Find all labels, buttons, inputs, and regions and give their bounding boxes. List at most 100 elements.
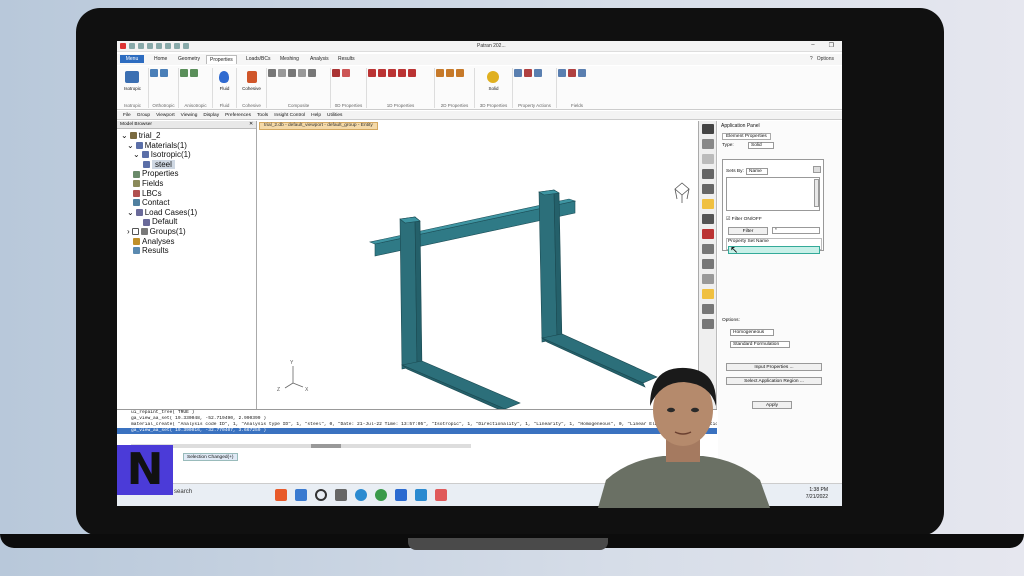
widgets-icon[interactable] [295,489,307,501]
tree-node-groups[interactable]: › Groups(1) [121,227,252,237]
redo-icon[interactable] [174,43,180,49]
selection-changed-tab[interactable]: Selection Changed(+) [183,453,238,461]
composite-icon[interactable] [288,69,296,77]
export-icon[interactable] [702,319,714,329]
1d-property-icon[interactable] [408,69,416,77]
composite-icon[interactable] [268,69,276,77]
1d-property-icon[interactable] [368,69,376,77]
tree-node-materials[interactable]: ⌄ Materials(1) [121,141,252,151]
composite-icon[interactable] [278,69,286,77]
task-view-icon[interactable] [335,489,347,501]
orthotropic-icon[interactable] [160,69,168,77]
tree-node-results[interactable]: Results [121,246,252,256]
fluid-button[interactable]: Fluid [213,86,236,91]
property-sets-list[interactable] [726,177,820,211]
tree-node-fields[interactable]: Fields [121,179,252,189]
help-icon[interactable]: ? [810,56,813,62]
tab-menu[interactable]: Menu [120,55,144,63]
composite-icon[interactable] [308,69,316,77]
field-icon[interactable] [578,69,586,77]
save-icon[interactable] [147,43,153,49]
property-set-name-input[interactable] [728,246,820,254]
select-icon[interactable] [702,289,714,299]
tree-node-lbcs[interactable]: LBCs [121,189,252,199]
0d-property-icon[interactable] [332,69,340,77]
field-icon[interactable] [568,69,576,77]
isotropic-icon[interactable] [125,71,139,83]
fluid-icon[interactable] [219,71,229,83]
tree-node-steel[interactable]: steel [121,159,252,170]
store-icon[interactable] [395,489,407,501]
tree-node-analyses[interactable]: Analyses [121,237,252,247]
system-clock[interactable]: 1:38 PM 7/21/2022 [806,487,828,501]
menu-insight-control[interactable]: Insight Control [274,113,305,118]
checkbox-icon[interactable] [131,228,139,236]
filter-checkbox[interactable]: ☑ Filter ON/OFF [726,217,762,222]
tab-results[interactable]: Results [335,55,358,63]
menu-group[interactable]: Group [137,113,150,118]
formulation-dropdown[interactable]: Standard Formulation [730,341,790,348]
1d-property-icon[interactable] [398,69,406,77]
cohesive-icon[interactable] [247,71,257,83]
new-icon[interactable] [129,43,135,49]
undo-icon[interactable] [165,43,171,49]
chrome-icon[interactable] [375,489,387,501]
homogeneous-dropdown[interactable]: Homogeneous [730,329,774,336]
menu-tools[interactable]: Tools [257,113,268,118]
property-action-icon[interactable] [534,69,542,77]
view-cube-icon[interactable] [674,182,690,203]
browse-icon[interactable] [813,166,821,173]
left-post[interactable] [399,216,418,370]
tab-analysis[interactable]: Analysis [307,55,332,63]
layer-icon[interactable] [702,274,714,284]
property-action-icon[interactable] [514,69,522,77]
zoom-in-icon[interactable] [702,169,714,179]
console-scrollbar[interactable] [131,444,471,448]
widgets-icon[interactable] [275,489,287,501]
menu-file[interactable]: File [123,113,131,118]
display-icon[interactable] [702,244,714,254]
element-properties-tab[interactable]: Element Properties [722,133,771,140]
sets-by-dropdown[interactable]: Name [746,168,768,175]
tab-properties[interactable]: Properties [206,55,237,64]
menu-viewport[interactable]: Viewport [156,113,175,118]
solid-button[interactable]: Solid [475,86,512,91]
tree-node-contact[interactable]: Contact [121,198,252,208]
0d-property-icon[interactable] [342,69,350,77]
network-icon[interactable] [183,43,189,49]
options-menu[interactable]: ? Options [810,56,834,62]
2d-property-icon[interactable] [456,69,464,77]
view-icon[interactable] [702,154,714,164]
pan-icon[interactable] [702,139,714,149]
2d-property-icon[interactable] [436,69,444,77]
orthotropic-icon[interactable] [150,69,158,77]
mail-icon[interactable] [415,489,427,501]
1d-property-icon[interactable] [388,69,396,77]
close-icon[interactable]: ✕ [249,122,253,127]
menu-utilities[interactable]: Utilities [327,113,342,118]
anisotropic-icon[interactable] [190,69,198,77]
fit-view-icon[interactable] [702,199,714,209]
tree-node-root[interactable]: ⌄ trial_2 [121,131,252,141]
patran-icon[interactable] [435,489,447,501]
open-icon[interactable] [138,43,144,49]
tab-geometry[interactable]: Geometry [175,55,203,63]
left-arm[interactable] [400,360,521,409]
restore-icon[interactable]: ❐ [829,42,834,49]
print-icon[interactable] [156,43,162,49]
1d-property-icon[interactable] [378,69,386,77]
menu-help[interactable]: Help [311,113,321,118]
list-scrollbar[interactable] [814,179,819,207]
field-icon[interactable] [558,69,566,77]
cortana-icon[interactable] [315,489,327,501]
tab-meshing[interactable]: Meshing [277,55,302,63]
anisotropic-icon[interactable] [180,69,188,77]
minimize-icon[interactable]: – [811,42,814,49]
tree-node-properties[interactable]: Properties [121,169,252,179]
label-icon[interactable] [702,229,714,239]
grid-icon[interactable] [702,259,714,269]
settings-icon[interactable] [702,304,714,314]
menu-preferences[interactable]: Preferences [225,113,251,118]
type-dropdown[interactable]: Solid [748,142,774,149]
solid-icon[interactable] [487,71,499,83]
